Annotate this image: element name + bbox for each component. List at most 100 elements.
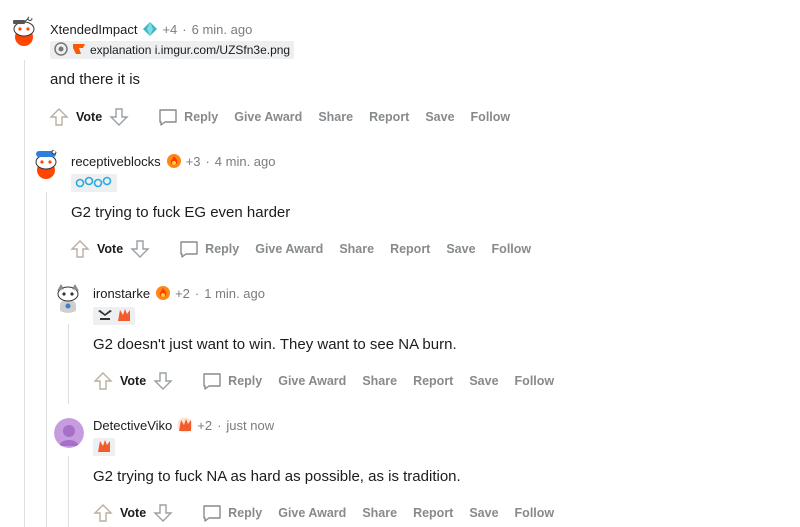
reply-button[interactable]: Reply [179, 239, 239, 259]
reply-label: Reply [228, 506, 263, 520]
user-flair: explanation i.imgur.com/UZSfn3e.png [50, 41, 295, 59]
share-button[interactable]: Share [362, 506, 397, 520]
fire-award-icon[interactable] [166, 153, 182, 169]
vote-label: Vote [97, 242, 124, 256]
timestamp[interactable]: 1 min. ago [204, 286, 265, 301]
comment-bubble-icon [203, 505, 221, 522]
share-button[interactable]: Share [339, 242, 374, 256]
comment-actions: Vote Reply Give Award Share Report Save … [92, 501, 554, 525]
downvote-arrow-icon[interactable] [152, 502, 174, 524]
downvote-arrow-icon[interactable] [152, 370, 174, 392]
share-label: Share [362, 506, 398, 520]
thread-line[interactable] [24, 60, 25, 527]
reply-button[interactable]: Reply [202, 503, 262, 523]
share-label: Share [339, 242, 375, 256]
share-label: Share [362, 374, 398, 388]
points: +2 [197, 417, 213, 433]
report-button[interactable]: Report [369, 110, 409, 124]
share-button[interactable]: Share [362, 374, 397, 388]
avatar[interactable] [54, 418, 84, 448]
upvote-arrow-icon[interactable] [92, 370, 114, 392]
username[interactable]: XtendedImpact [50, 22, 137, 37]
reply-button[interactable]: Reply [158, 107, 218, 127]
give-award-label: Give Award [234, 110, 303, 124]
share-button[interactable]: Share [318, 110, 353, 124]
save-label: Save [425, 110, 455, 124]
save-label: Save [469, 506, 499, 520]
report-button[interactable]: Report [413, 506, 453, 520]
follow-button[interactable]: Follow [492, 242, 532, 256]
username[interactable]: receptiveblocks [71, 154, 161, 169]
give-award-button[interactable]: Give Award [278, 506, 346, 520]
thread-line[interactable] [46, 192, 47, 527]
save-button[interactable]: Save [469, 506, 498, 520]
vote-label: Vote [120, 506, 147, 520]
save-button[interactable]: Save [469, 374, 498, 388]
comment-body: G2 trying to fuck NA as hard as possible… [93, 468, 461, 485]
follow-label: Follow [470, 110, 511, 124]
username[interactable]: DetectiveViko [93, 418, 172, 433]
upvote-arrow-icon[interactable] [48, 106, 70, 128]
reply-label: Reply [228, 374, 263, 388]
thread-line[interactable] [68, 324, 69, 404]
avatar[interactable] [52, 281, 84, 313]
follow-button[interactable]: Follow [471, 110, 511, 124]
follow-label: Follow [514, 374, 555, 388]
save-button[interactable]: Save [425, 110, 454, 124]
comment-bubble-icon [159, 109, 177, 126]
points: +3 [185, 153, 201, 169]
report-label: Report [413, 374, 454, 388]
thread-line[interactable] [68, 456, 69, 527]
save-button[interactable]: Save [446, 242, 475, 256]
points: +4 [162, 21, 178, 37]
separator-dot: · [217, 417, 222, 433]
comment-body: G2 trying to fuck EG even harder [71, 204, 291, 221]
report-button[interactable]: Report [390, 242, 430, 256]
downvote-arrow-icon[interactable] [129, 238, 151, 260]
fire-award-icon[interactable] [155, 285, 171, 301]
comment-actions: Vote Reply Give Award Share Report Save … [92, 369, 554, 393]
vote-label: Vote [120, 374, 147, 388]
save-label: Save [469, 374, 499, 388]
user-flair [93, 438, 115, 456]
report-button[interactable]: Report [413, 374, 453, 388]
save-label: Save [446, 242, 476, 256]
comment-bubble-icon [203, 373, 221, 390]
follow-button[interactable]: Follow [515, 506, 555, 520]
give-award-button[interactable]: Give Award [278, 374, 346, 388]
comment-body: and there it is [50, 71, 141, 88]
give-award-button[interactable]: Give Award [255, 242, 323, 256]
downvote-arrow-icon[interactable] [108, 106, 130, 128]
user-flair [71, 174, 117, 192]
g2-logo-icon [117, 308, 131, 325]
reply-button[interactable]: Reply [202, 371, 262, 391]
avatar[interactable] [30, 148, 62, 180]
comment-body: G2 doesn't just want to win. They want t… [93, 336, 457, 353]
points: +2 [175, 285, 190, 301]
follow-button[interactable]: Follow [515, 374, 555, 388]
g2-award-icon[interactable] [177, 417, 193, 433]
comment-bubble-icon [180, 241, 198, 258]
report-label: Report [390, 242, 431, 256]
lcs-logo-icon [97, 309, 113, 324]
timestamp[interactable]: 6 min. ago [192, 22, 253, 37]
g2-logo-icon [97, 439, 111, 456]
avatar[interactable] [8, 16, 40, 48]
timestamp[interactable]: 4 min. ago [215, 154, 276, 169]
timestamp[interactable]: just now [226, 418, 274, 433]
upvote-arrow-icon[interactable] [92, 502, 114, 524]
give-award-button[interactable]: Give Award [234, 110, 302, 124]
share-label: Share [318, 110, 354, 124]
separator-dot: · [194, 285, 200, 301]
diamond-award-icon[interactable] [142, 21, 158, 37]
username[interactable]: ironstarke [93, 286, 150, 301]
flair-text: explanation i.imgur.com/UZSfn3e.png [90, 43, 291, 57]
report-label: Report [369, 110, 410, 124]
follow-label: Follow [514, 506, 555, 520]
give-award-label: Give Award [278, 506, 347, 520]
reply-label: Reply [205, 242, 240, 256]
upvote-arrow-icon[interactable] [69, 238, 91, 260]
reply-label: Reply [184, 110, 219, 124]
fnatic-logo-icon [72, 42, 86, 59]
lol-emblem-icon [54, 41, 68, 59]
